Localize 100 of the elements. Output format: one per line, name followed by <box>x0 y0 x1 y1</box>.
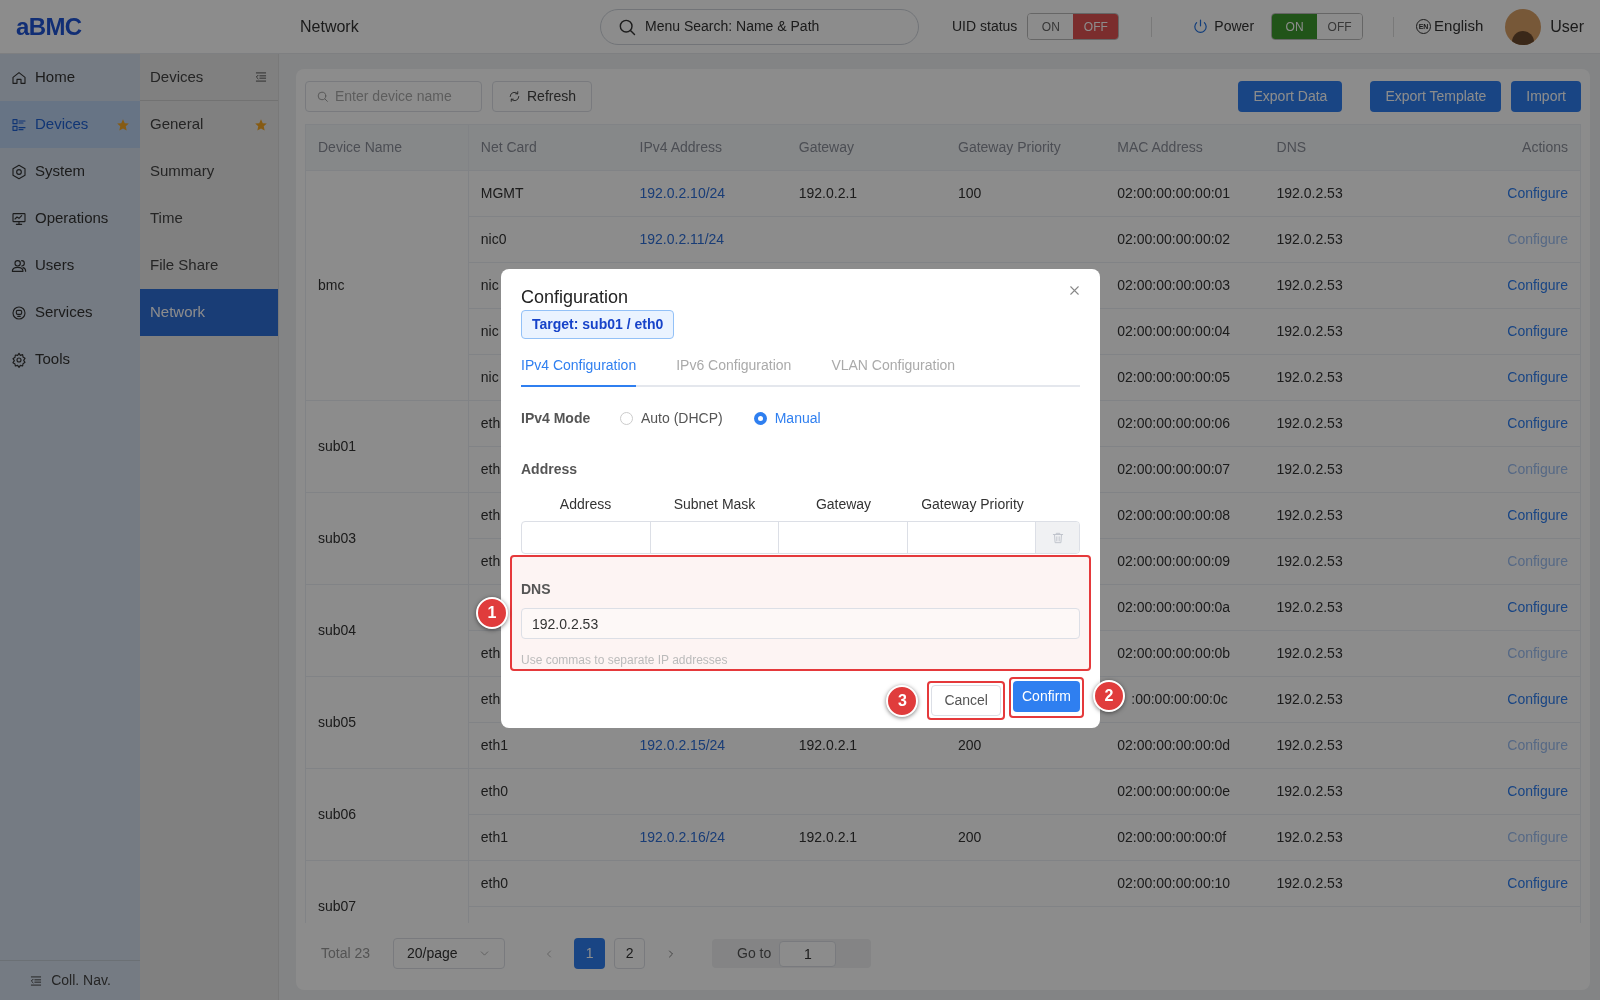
mode-label: IPv4 Mode <box>521 409 592 428</box>
configure-link[interactable]: Configure <box>1507 414 1568 431</box>
mode-radio[interactable]: Manual <box>753 408 821 429</box>
nav-item[interactable]: Users <box>0 242 140 289</box>
table-cell-text: 200 <box>958 735 982 755</box>
page-size-select[interactable]: 20/page <box>393 938 506 969</box>
table-cell-text: 02:00:00:00:00:10 <box>1117 873 1231 893</box>
dns-field[interactable]: 192.0.2.53 <box>521 608 1080 639</box>
column-header: Actions <box>1423 125 1580 170</box>
delete-button[interactable] <box>1036 522 1079 553</box>
go-to-field[interactable]: 1 <box>779 940 837 967</box>
collapse-icon <box>29 973 44 988</box>
trash-icon <box>1050 530 1065 545</box>
toolbar-button[interactable]: Export Data <box>1238 81 1343 112</box>
monitor-icon <box>11 210 27 227</box>
configure-link[interactable]: Configure <box>1507 184 1568 201</box>
avatar[interactable] <box>1505 8 1542 45</box>
device-name-cell: sub05 <box>306 676 469 768</box>
table-cell-text: 192.0.2.53 <box>1276 505 1343 525</box>
table-cell-text: 02:00:00:00:00:05 <box>1117 367 1231 387</box>
collapse-icon[interactable] <box>254 70 268 84</box>
table-cell-text: 192.0.2.53 <box>1276 413 1343 433</box>
table-cell-text: :00:00:00:00:0c <box>1131 689 1228 709</box>
table-cell-text: 192.0.2.53 <box>1276 275 1343 295</box>
configure-link[interactable]: Configure <box>1507 506 1568 523</box>
table-cell-text: 192.0.2.53 <box>1276 827 1343 847</box>
subnav-item[interactable]: Network <box>140 289 278 336</box>
dns-label: DNS <box>521 580 552 599</box>
power-label: Power <box>1214 17 1255 36</box>
table-cell-text: 192.0.2.53 <box>1276 735 1343 755</box>
close-icon[interactable] <box>1067 283 1082 298</box>
configure-link[interactable]: Configure <box>1507 598 1568 615</box>
configure-link[interactable]: Configure <box>1507 368 1568 385</box>
address-label: Address <box>521 460 579 479</box>
dialog-title: Configuration <box>521 286 629 309</box>
target-tag: Target: sub01 / eth0 <box>521 310 675 339</box>
configure-link[interactable]: Configure <box>1507 690 1568 707</box>
nav-item[interactable]: Devices <box>0 101 140 148</box>
configure-link[interactable]: Configure <box>1507 782 1568 799</box>
cancel-button[interactable]: Cancel <box>931 685 1001 716</box>
page-button[interactable]: 1 <box>574 938 606 969</box>
step-marker: 3 <box>886 685 919 717</box>
uid-status-label: UID status <box>952 17 1018 36</box>
nav-item[interactable]: Services <box>0 289 140 336</box>
configure-link[interactable]: Configure <box>1507 874 1568 891</box>
table-cell-text: eth <box>480 689 501 709</box>
device-name-cell: sub04 <box>306 584 469 676</box>
table-cell-text: eth0 <box>480 873 508 893</box>
table-cell-text: 02:00:00:00:00:02 <box>1117 229 1231 249</box>
page-button[interactable]: 2 <box>614 938 646 969</box>
search-input[interactable]: Menu Search: Name & Path <box>645 16 902 37</box>
refresh-button[interactable]: Refresh <box>492 81 593 112</box>
dialog-tab[interactable]: VLAN Configuration <box>831 355 956 387</box>
table-cell-text: 02:00:00:00:00:0b <box>1117 643 1231 663</box>
toolbar-button[interactable]: Export Template <box>1370 81 1502 112</box>
table-cell-text: 02:00:00:00:00:09 <box>1117 551 1231 571</box>
device-name-cell: sub07 <box>306 860 469 923</box>
power-toggle-option[interactable]: ON <box>1272 14 1318 39</box>
subnav-item[interactable]: Summary <box>140 148 278 195</box>
subnav-item[interactable]: File Share <box>140 242 278 289</box>
dialog-tab[interactable]: IPv4 Configuration <box>521 355 637 387</box>
table-cell-text: 192.0.2.53 <box>1276 183 1343 203</box>
table-cell-text: nic0 <box>480 229 507 249</box>
table-cell-text: 02:00:00:00:00:03 <box>1117 275 1231 295</box>
table-cell-text: eth <box>480 413 501 433</box>
configure-link[interactable]: Configure <box>1507 276 1568 293</box>
nav-item[interactable]: System <box>0 148 140 195</box>
device-name-cell: bmc <box>306 170 469 400</box>
nav-item[interactable]: Tools <box>0 336 140 383</box>
table-cell-text: 192.0.2.53 <box>1276 643 1343 663</box>
toolbar-button[interactable]: Import <box>1511 81 1581 112</box>
column-header: MAC Address <box>1105 125 1265 170</box>
user-name[interactable]: User <box>1550 14 1585 39</box>
table-cell-text: eth <box>480 459 501 479</box>
step-marker: 1 <box>476 597 508 629</box>
table-cell-text: 192.0.2.1 <box>798 827 858 847</box>
confirm-button[interactable]: Confirm <box>1013 681 1080 712</box>
table-cell-text: 192.0.2.1 <box>798 183 858 203</box>
table-cell-text: 02:00:00:00:00:0e <box>1117 781 1231 801</box>
nav-item[interactable]: Home <box>0 54 140 101</box>
table-cell-text: 02:00:00:00:00:06 <box>1117 413 1231 433</box>
power-icon <box>1192 18 1210 35</box>
table-cell-text: nic <box>480 367 499 387</box>
uid-toggle-option[interactable]: OFF <box>1073 14 1119 39</box>
nav-item[interactable]: Operations <box>0 195 140 242</box>
home-icon <box>11 69 27 86</box>
subnav-item[interactable]: Time <box>140 195 278 242</box>
search-icon <box>316 90 329 103</box>
subnav-item[interactable]: General <box>140 101 278 148</box>
table-cell-text: 192.0.2.53 <box>1276 689 1343 709</box>
address-column-header: Address <box>559 496 612 512</box>
page-title: Network <box>300 17 359 35</box>
mode-radio[interactable]: Auto (DHCP) <box>620 408 723 429</box>
configure-link[interactable]: Configure <box>1507 322 1568 339</box>
list-icon <box>11 116 27 133</box>
table-cell-text: nic <box>480 321 499 341</box>
table-cell-text: eth1 <box>480 735 508 755</box>
ip-address-link[interactable]: 192.0.2.10/24 <box>639 184 726 201</box>
circle-icon <box>11 304 27 321</box>
dialog-tab[interactable]: IPv6 Configuration <box>676 355 792 387</box>
